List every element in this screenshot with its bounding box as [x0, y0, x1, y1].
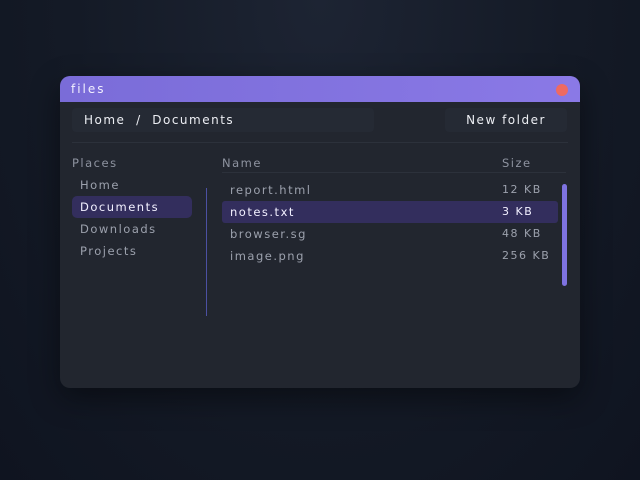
file-size: 48 KB — [502, 227, 542, 240]
new-folder-label: New folder — [466, 113, 546, 127]
sidebar-item-documents[interactable]: Documents — [72, 196, 192, 218]
close-button[interactable] — [556, 84, 568, 96]
file-size: 3 KB — [502, 205, 534, 218]
sidebar-item-home[interactable]: Home — [72, 174, 192, 196]
header-divider — [222, 172, 566, 173]
sidebar-item-projects[interactable]: Projects — [72, 240, 192, 262]
sidebar-item-label: Downloads — [80, 222, 157, 236]
file-size: 256 KB — [502, 249, 551, 262]
file-row-image-png[interactable]: image.png 256 KB — [222, 245, 558, 267]
column-header-size[interactable]: Size — [502, 156, 532, 170]
new-folder-button[interactable]: New folder — [445, 108, 567, 132]
file-name: browser.sg — [230, 227, 307, 241]
sidebar-item-label: Home — [80, 178, 120, 192]
file-name: report.html — [230, 183, 312, 197]
file-name: notes.txt — [230, 205, 295, 219]
column-header-name[interactable]: Name — [222, 156, 262, 170]
places-heading: Places — [72, 156, 118, 170]
file-name: image.png — [230, 249, 305, 263]
title-bar[interactable]: files — [60, 76, 580, 102]
toolbar-divider — [72, 142, 568, 143]
file-row-notes-txt[interactable]: notes.txt 3 KB — [222, 201, 558, 223]
path-bar[interactable]: Home / Documents — [72, 108, 374, 132]
file-manager-window: files Home / Documents New folder Places… — [60, 76, 580, 388]
file-row-report-html[interactable]: report.html 12 KB — [222, 179, 558, 201]
sidebar-divider — [206, 188, 207, 316]
window-title: files — [71, 82, 106, 96]
sidebar-item-label: Documents — [80, 200, 160, 214]
sidebar-item-downloads[interactable]: Downloads — [72, 218, 192, 240]
file-row-browser-sg[interactable]: browser.sg 48 KB — [222, 223, 558, 245]
file-list-scrollbar[interactable] — [562, 184, 567, 286]
sidebar-item-label: Projects — [80, 244, 138, 258]
file-size: 12 KB — [502, 183, 542, 196]
breadcrumb: Home / Documents — [84, 113, 235, 127]
